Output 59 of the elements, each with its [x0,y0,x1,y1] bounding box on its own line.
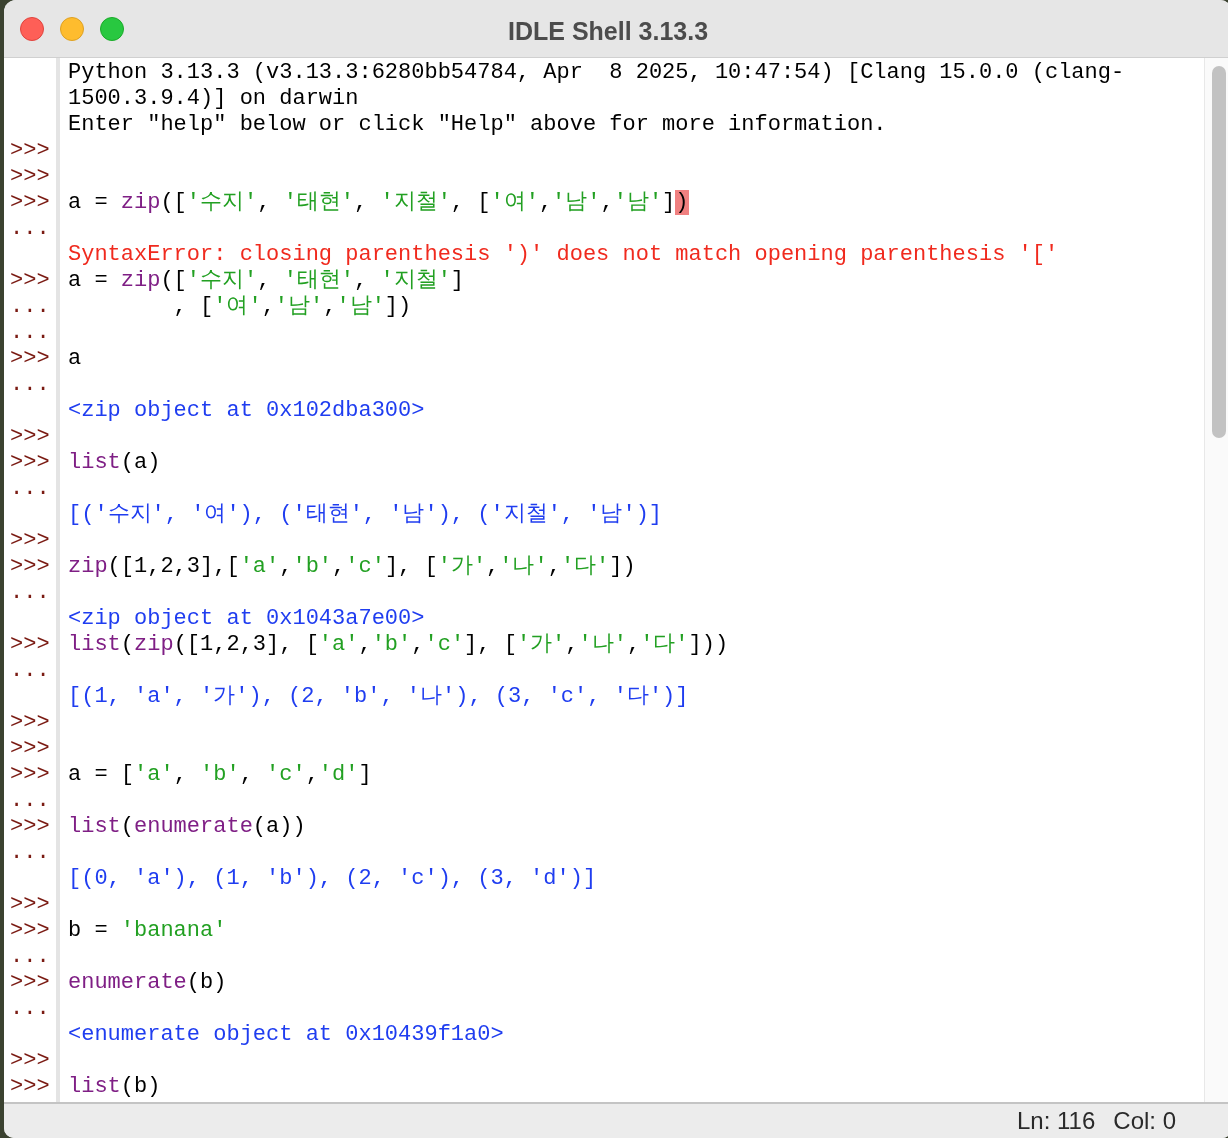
code-line: <zip object at 0x102dba300> [68,398,425,423]
shell-prompt: >>> [10,450,50,475]
close-button[interactable] [20,16,44,41]
shell-prompt: >>> [10,268,50,293]
shell-prompt: ... [10,944,50,969]
code-line: Enter "help" below or click "Help" above for more information. [68,112,887,137]
shell-prompt: >>> [10,528,50,553]
shell-prompt: >>> [10,814,50,839]
shell-prompt: >>> [10,424,50,449]
shell-prompt: >>> [10,892,50,917]
shell-prompt: ... [10,216,50,241]
shell-prompt: >>> [10,138,50,163]
code-line: a = zip(['수지', '태현', '지철', ['여','남','남']) [68,190,689,215]
shell-prompt: ... [10,658,50,683]
shell-prompt: >>> [10,970,50,995]
code-line: [('수지', '여'), ('태현', '남'), ('지철', '남')] [68,502,663,527]
shell-prompt: >>> [10,190,50,215]
shell-prompt: ... [10,476,50,501]
code-line: , ['여','남','남']) [172,294,412,319]
shell-prompt: ... [10,788,50,813]
shell-prompt: >>> [10,1048,50,1073]
shell-prompt: >>> [10,918,50,943]
shell-prompt: ... [10,840,50,865]
line-number-label: Ln: 116 [1017,1106,1096,1136]
window-title: IDLE Shell 3.13.3 [508,16,709,47]
code-line: SyntaxError: closing parenthesis ')' does not match opening parenthesis '[' [68,242,1059,267]
code-line: a [68,346,82,371]
shell-prompt: >>> [10,1074,50,1099]
code-line: a = ['a', 'b', 'c','d'] [68,762,372,787]
shell-prompt: >>> [10,762,50,787]
code-line: [(0, 'a'), (1, 'b'), (2, 'c'), (3, 'd')] [68,866,597,891]
shell-prompt: >>> [10,710,50,735]
code-line: list(enumerate(a)) [68,814,306,839]
shell-prompt: ... [10,320,50,345]
code-line: a = zip(['수지', '태현', '지철'] [68,268,465,293]
code-line: enumerate(b) [68,970,227,995]
code-line: Python 3.13.3 (v3.13.3:6280bb54784, Apr 8 2025, 10:47:54) [Clang 15.0.0 (clang- [68,60,1125,85]
scrollbar-thumb[interactable] [1211,66,1226,438]
shell-prompt: ... [10,996,50,1021]
shell-prompt: >>> [10,632,50,657]
shell-prompt: ... [10,580,50,605]
code-line: list(a) [68,450,161,475]
zoom-button[interactable] [100,16,124,41]
shell-prompt: >>> [10,346,50,371]
minimize-button[interactable] [60,16,84,41]
code-line: 1500.3.9.4)] on darwin [68,86,359,111]
code-line: [(1, 'a', '가'), (2, 'b', '나'), (3, 'c', '다')] [68,684,689,709]
code-line: <zip object at 0x1043a7e00> [68,606,425,631]
shell-prompt: ... [10,372,50,397]
shell-prompt: >>> [10,164,50,189]
shell-prompt: >>> [10,554,50,579]
code-line: list(zip([1,2,3], ['a','b','c'], ['가','나','다'])) [68,632,729,657]
shell-prompt: >>> [10,736,50,761]
column-number-label: Col: 0 [1113,1106,1176,1136]
code-line: list(b) [68,1074,161,1099]
code-line: <enumerate object at 0x10439f1a0> [68,1022,504,1047]
code-line: zip([1,2,3],['a','b','c'], ['가','나','다']) [68,554,636,579]
shell-prompt: ... [10,294,50,319]
code-line: b = 'banana' [68,918,227,943]
